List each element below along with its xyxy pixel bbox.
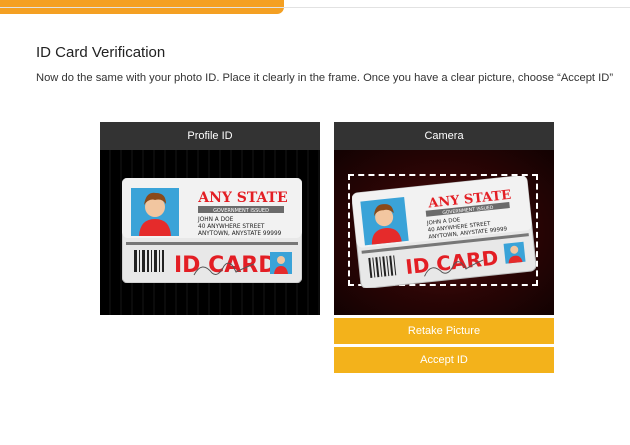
camera-view[interactable]: ANY STATE GOVERNMENT ISSUED JOHN A DOE 4…: [334, 150, 554, 315]
card-state: ANY STATE: [197, 190, 287, 206]
page-title: ID Card Verification: [36, 44, 166, 61]
accept-id-button[interactable]: Accept ID: [334, 347, 554, 373]
card-label: ID CARD: [174, 253, 276, 278]
card-name: JOHN A DOE: [197, 217, 234, 223]
instructions-text: Now do the same with your photo ID. Plac…: [36, 72, 614, 84]
progress-bar: [0, 0, 284, 14]
profile-id-panel: Profile ID ANY STATE GOVERNMENT ISSUED J…: [100, 122, 320, 315]
retake-picture-button[interactable]: Retake Picture: [334, 318, 554, 344]
progress-track: [0, 0, 630, 14]
card-city: ANYTOWN, ANYSTATE 99999: [198, 231, 282, 237]
profile-id-header: Profile ID: [100, 122, 320, 150]
camera-header: Camera: [334, 122, 554, 150]
profile-id-image: ANY STATE GOVERNMENT ISSUED JOHN A DOE 4…: [100, 150, 320, 315]
id-card-image: ANY STATE GOVERNMENT ISSUED JOHN A DOE 4…: [122, 178, 302, 283]
card-street: 40 ANYWHERE STREET: [198, 224, 265, 230]
camera-panel: Camera ANY STATE GOVERNMENT ISSUED JOHN …: [334, 122, 554, 315]
captured-id-card: ANY STATE GOVERNMENT ISSUED JOHN A DOE 4…: [352, 176, 536, 288]
card-issued: GOVERNMENT ISSUED: [213, 208, 269, 214]
